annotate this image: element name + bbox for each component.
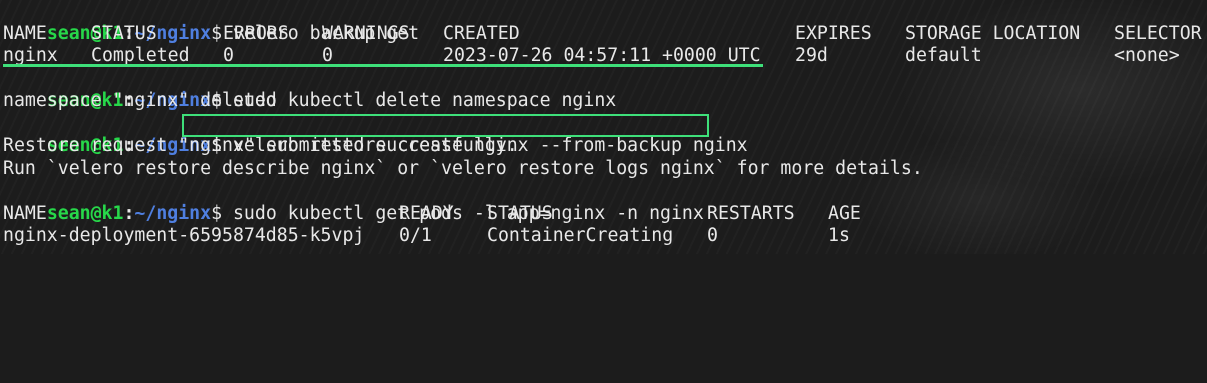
- pod-restarts: 0: [707, 225, 718, 246]
- restore-command-highlight-box: [182, 114, 709, 137]
- column-header: STATUS: [487, 202, 553, 224]
- column-header: STORAGE LOCATION: [905, 22, 1081, 44]
- pod-ready: 0/1: [399, 225, 432, 246]
- pods-table-header: NAME READY STATUS RESTARTS AGE: [3, 203, 1207, 226]
- column-header: ERRORS: [223, 22, 289, 44]
- backup-row-underline-highlight: [3, 64, 763, 67]
- command-text: sudo kubectl delete namespace nginx: [232, 90, 617, 111]
- column-header: READY: [399, 202, 454, 224]
- delete-output: namespace "nginx" deleted: [3, 90, 277, 111]
- backup-table-header: NAME STATUS ERRORS WARNINGS CREATED EXPI…: [3, 23, 1207, 46]
- backup-storage-location: default: [905, 45, 982, 66]
- prompt-line-backup-get: sean@k1:~/nginx$ velero backup get: [3, 0, 419, 44]
- restore-submitted-output: Restore request "nginx" submitted succes…: [3, 135, 518, 156]
- column-header: STATUS: [91, 22, 157, 44]
- column-header: SELECTOR: [1114, 22, 1202, 44]
- column-header: NAME: [3, 22, 47, 44]
- pod-status: ContainerCreating: [487, 225, 674, 246]
- restore-hint-output: Run `velero restore describe nginx` or `…: [3, 157, 923, 179]
- column-header: RESTARTS: [707, 202, 795, 224]
- pod-name: nginx-deployment-6595874d85-k5vpj: [3, 225, 365, 246]
- prompt-line-get-pods: sean@k1:~/nginx$ sudo kubectl get pods -…: [3, 180, 704, 224]
- column-header: CREATED: [443, 22, 520, 44]
- prompt-line-delete-namespace: sean@k1:~/nginx$ sudo kubectl delete nam…: [3, 68, 616, 111]
- table-row: nginx-deployment-6595874d85-k5vpj 0/1 Co…: [3, 225, 1207, 248]
- backup-selector: <none>: [1114, 45, 1180, 66]
- column-header: NAME: [3, 202, 47, 224]
- column-header: EXPIRES: [795, 22, 872, 44]
- column-header: WARNINGS: [322, 22, 410, 44]
- column-header: AGE: [828, 202, 861, 224]
- backup-expires: 29d: [795, 45, 828, 66]
- pod-age: 1s: [828, 225, 850, 246]
